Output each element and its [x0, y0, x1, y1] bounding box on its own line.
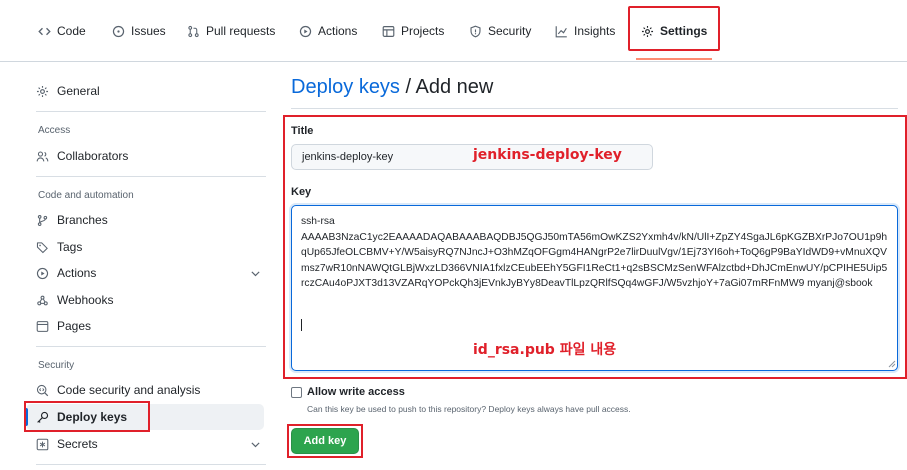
- sidebar-item-label: Pages: [57, 319, 92, 333]
- text-caret: [301, 319, 302, 331]
- branch-icon: [37, 214, 48, 226]
- title-divider: [291, 108, 898, 109]
- key-label: Key: [291, 186, 312, 198]
- breadcrumb-deploy-keys-link[interactable]: Deploy keys: [291, 76, 400, 98]
- sidebar-heading-access: Access: [38, 125, 71, 136]
- tab-actions[interactable]: Actions: [299, 20, 357, 42]
- sidebar-divider: [36, 346, 266, 347]
- resize-handle-icon[interactable]: [886, 358, 896, 368]
- graph-icon: [555, 25, 567, 37]
- tab-security[interactable]: Security: [469, 20, 531, 42]
- sidebar-item-tags[interactable]: Tags: [36, 235, 82, 259]
- sidebar-item-collaborators[interactable]: Collaborators: [36, 144, 128, 168]
- sidebar-item-code-security[interactable]: Code security and analysis: [36, 378, 200, 402]
- tab-insights-label: Insights: [574, 24, 616, 38]
- sidebar-item-label: Tags: [57, 240, 83, 254]
- tab-actions-label: Actions: [318, 24, 358, 38]
- browser-icon: [36, 320, 49, 332]
- gear-icon: [36, 85, 49, 97]
- asterisk-icon: [36, 438, 49, 450]
- deploy-keys-highlight-box: [24, 401, 150, 432]
- sidebar-heading-code-automation: Code and automation: [38, 190, 134, 201]
- play-icon: [299, 25, 312, 37]
- webhook-icon: [37, 295, 48, 305]
- play-icon: [36, 267, 49, 279]
- title-annotation: jenkins-deploy-key: [473, 147, 622, 163]
- sidebar-divider: [36, 464, 266, 465]
- active-tab-underline: [636, 58, 712, 60]
- people-icon: [36, 151, 49, 161]
- sidebar-item-label: Collaborators: [57, 149, 129, 163]
- sidebar-item-label: Branches: [57, 213, 108, 227]
- allow-write-label[interactable]: Allow write access: [307, 386, 405, 398]
- breadcrumb-current: Add new: [415, 76, 494, 98]
- sidebar-item-label: General: [57, 84, 100, 98]
- codescan-icon: [36, 384, 49, 396]
- tab-projects-label: Projects: [401, 24, 445, 38]
- sidebar-heading-security: Security: [38, 360, 75, 371]
- add-key-highlight-box: [287, 424, 363, 458]
- key-annotation: id_rsa.pub 파일 내용: [473, 342, 617, 358]
- sidebar-item-label: Webhooks: [57, 293, 114, 307]
- page-title: Deploy keys / Add new: [291, 76, 493, 99]
- sidebar-item-general[interactable]: General: [36, 79, 100, 103]
- sidebar-divider: [36, 176, 266, 177]
- repo-nav: Code Issues Pull requests Actions Projec…: [0, 0, 907, 62]
- tab-insights[interactable]: Insights: [555, 20, 615, 42]
- pull-request-icon: [188, 25, 199, 37]
- allow-write-checkbox[interactable]: [291, 387, 302, 398]
- sidebar-item-branches[interactable]: Branches: [36, 208, 108, 232]
- code-icon: [38, 27, 51, 35]
- chevron-down-icon[interactable]: [249, 438, 262, 451]
- tab-issues[interactable]: Issues: [112, 20, 166, 42]
- table-icon: [382, 25, 395, 37]
- tab-code-label: Code: [57, 24, 86, 38]
- tab-projects[interactable]: Projects: [382, 20, 444, 42]
- tag-icon: [36, 241, 48, 253]
- sidebar-item-webhooks[interactable]: Webhooks: [36, 288, 113, 312]
- settings-highlight-box: [628, 6, 720, 51]
- sidebar-item-label: Code security and analysis: [57, 383, 201, 397]
- sidebar-item-label: Secrets: [57, 437, 98, 451]
- title-label: Title: [291, 125, 314, 137]
- sidebar-divider: [36, 111, 266, 112]
- sidebar-item-pages[interactable]: Pages: [36, 314, 91, 338]
- tab-security-label: Security: [488, 24, 532, 38]
- shield-icon: [470, 25, 481, 37]
- tab-pull-requests[interactable]: Pull requests: [187, 20, 275, 42]
- tab-code[interactable]: Code: [38, 20, 86, 42]
- chevron-down-icon[interactable]: [249, 267, 262, 280]
- allow-write-help: Can this key be used to push to this rep…: [307, 404, 631, 414]
- sidebar-item-secrets[interactable]: Secrets: [36, 432, 262, 456]
- sidebar-item-actions[interactable]: Actions: [36, 261, 262, 285]
- tab-issues-label: Issues: [131, 24, 166, 38]
- tab-pull-requests-label: Pull requests: [206, 24, 276, 38]
- breadcrumb-separator: /: [399, 76, 416, 98]
- title-input-value: jenkins-deploy-key: [302, 151, 394, 163]
- issue-icon: [112, 25, 125, 37]
- sidebar-item-label: Actions: [57, 266, 97, 280]
